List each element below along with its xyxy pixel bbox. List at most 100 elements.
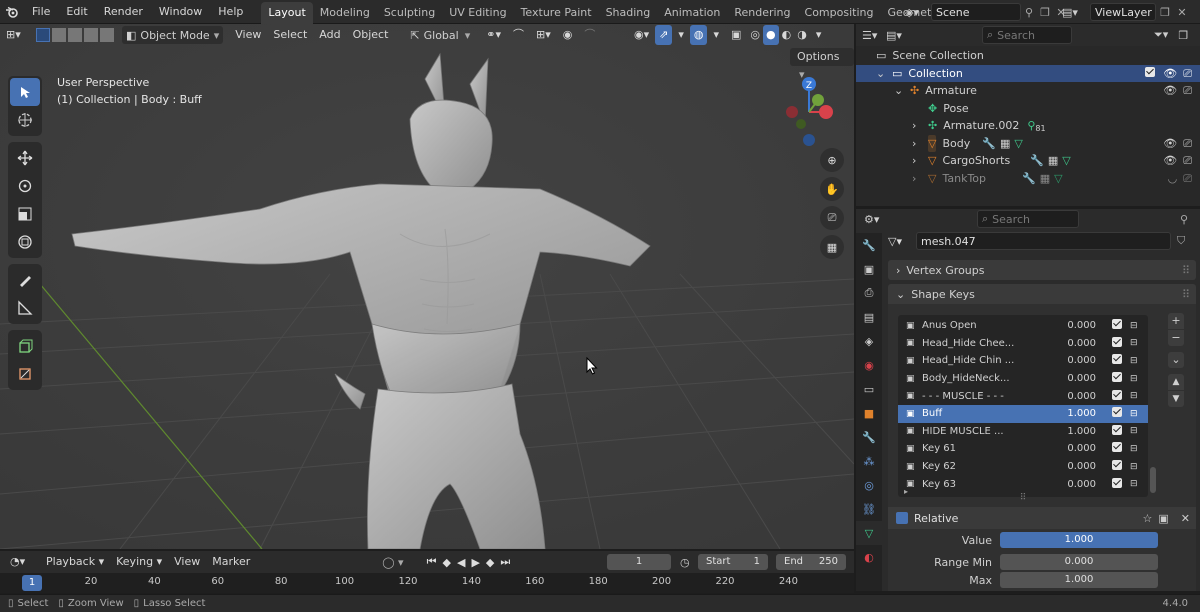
tab-layout[interactable]: Layout xyxy=(261,1,313,24)
select-mode-subtract-icon[interactable] xyxy=(68,28,82,42)
delete-view-layer-icon[interactable]: ✕ xyxy=(1174,6,1190,19)
select-mode-new-icon[interactable] xyxy=(36,28,50,42)
tab-uv-editing[interactable]: UV Editing xyxy=(442,2,513,24)
shading-rendered-icon[interactable]: ◑ xyxy=(794,25,810,45)
lock-icon[interactable]: ⊟ xyxy=(1130,409,1138,419)
select-box-tool-icon[interactable] xyxy=(10,78,40,106)
scene-selector[interactable]: ◈▾ Scene ⚲ ❐ ✕ xyxy=(905,3,1069,21)
tab-collection-icon[interactable]: ▭ xyxy=(856,377,882,401)
tab-modifiers-icon[interactable]: 🔧 xyxy=(856,425,882,449)
tab-output-icon[interactable]: ⎙ xyxy=(856,281,882,305)
shape-key-value[interactable]: 0.000 xyxy=(1040,320,1096,331)
shape-keys-panel-header[interactable]: ⌄ Shape Keys ⠿ xyxy=(888,284,1196,304)
shading-material-icon[interactable]: ◐ xyxy=(779,25,795,45)
visibility-icon[interactable]: ◉▾ xyxy=(628,25,655,45)
lock-icon[interactable]: ⊟ xyxy=(1130,426,1138,436)
overlay-dropdown-icon[interactable]: ▾ xyxy=(707,25,725,45)
max-field[interactable]: 1.000 xyxy=(1000,572,1158,588)
shape-key-row[interactable]: ▣ Key 62 0.000 ⊟ xyxy=(898,458,1148,476)
shape-key-value[interactable]: 0.000 xyxy=(1040,443,1096,454)
chevron-right-icon[interactable]: › xyxy=(912,117,928,135)
3d-viewport[interactable]: ⊞▾ ◧ Object Mode ▾ View Select Add Objec… xyxy=(0,24,854,549)
edit-mode-icon[interactable]: ▣ xyxy=(1158,512,1168,525)
gizmo-toggle-icon[interactable]: ⇗ xyxy=(655,25,673,45)
play-reverse-icon[interactable]: ◀ xyxy=(457,556,465,569)
specials-menu-button[interactable]: ⌄ xyxy=(1168,352,1184,368)
menu-render[interactable]: Render xyxy=(96,0,151,24)
tab-world-icon[interactable]: ◉ xyxy=(856,353,882,377)
proportional-edit-icon[interactable]: ◉ xyxy=(557,25,579,45)
shape-key-list[interactable]: ▣ Anus Open 0.000 ⊟ ▣ Head_Hide Chee... 0.000 ⊟… xyxy=(898,315,1148,503)
tree-row-collection[interactable]: ⌄ ▭ Collection 👁 ⎚ xyxy=(856,64,1200,83)
display-mode-icon[interactable]: ▤▾ xyxy=(886,29,916,42)
move-tool-icon[interactable] xyxy=(10,144,40,172)
tab-sculpting[interactable]: Sculpting xyxy=(377,2,442,24)
tab-object-icon[interactable]: ■ xyxy=(856,401,882,425)
add-cube-tool-icon[interactable] xyxy=(10,332,40,360)
chevron-down-icon[interactable]: ⌄ xyxy=(876,65,892,83)
snap-icon[interactable]: ⌒ xyxy=(507,25,530,45)
tree-row-armature-002[interactable]: › ✣ Armature.002 ⚲ 81 xyxy=(856,117,1200,135)
auto-keying-icon[interactable]: ◯ ▾ xyxy=(382,556,403,569)
shape-key-value[interactable]: 1.000 xyxy=(1040,408,1096,419)
view-layer-field[interactable]: ViewLayer xyxy=(1090,3,1156,21)
shape-key-value[interactable]: 0.000 xyxy=(1040,391,1096,402)
fake-user-shield-icon[interactable]: ⛉ xyxy=(1177,234,1185,248)
tree-row-cargoshorts[interactable]: › ▽ CargoShorts 🔧 ▦ ▽ 👁 ⎚ xyxy=(856,152,1200,170)
zoom-icon[interactable]: ⊕ xyxy=(820,148,844,172)
lock-icon[interactable]: ⊟ xyxy=(1130,391,1138,401)
tab-tool-icon[interactable]: 🔧 xyxy=(856,233,882,257)
tab-render-icon[interactable]: ▣ xyxy=(856,257,882,281)
lock-icon[interactable]: ⊟ xyxy=(1130,479,1138,489)
select-mode-difference-icon[interactable] xyxy=(84,28,98,42)
menu-marker[interactable]: Marker xyxy=(206,552,256,572)
new-scene-icon[interactable]: ❐ xyxy=(1037,6,1053,19)
select-mode-extend-icon[interactable] xyxy=(52,28,66,42)
shading-solid-icon[interactable]: ● xyxy=(763,25,779,45)
relative-checkbox[interactable] xyxy=(896,512,908,524)
menu-object[interactable]: Object xyxy=(347,25,395,45)
view-layer-selector[interactable]: ▤▾ ViewLayer ❐ ✕ xyxy=(1062,3,1190,21)
shape-key-mute-checkbox[interactable] xyxy=(1112,424,1122,438)
shape-key-value[interactable]: 0.000 xyxy=(1040,355,1096,366)
playhead[interactable]: 1 xyxy=(22,575,42,591)
overlay-toggle-icon[interactable]: ◍ xyxy=(689,25,708,45)
lock-icon[interactable]: ⊟ xyxy=(1130,356,1138,366)
shape-key-row[interactable]: ▣ Key 61 0.000 ⊟ xyxy=(898,440,1148,458)
tab-mesh-data-icon[interactable]: ▽ xyxy=(856,521,882,545)
tab-physics-icon[interactable]: ◎ xyxy=(856,473,882,497)
xray-icon[interactable]: ▣ xyxy=(725,25,747,45)
shape-key-row[interactable]: ▣ Body_HideNeck... 0.000 ⊟ xyxy=(898,370,1148,388)
object-mode-dropdown[interactable]: ◧ Object Mode ▾ xyxy=(122,26,224,44)
scale-tool-icon[interactable] xyxy=(10,200,40,228)
eye-icon[interactable]: 👁 xyxy=(1163,65,1177,83)
vertex-groups-panel-header[interactable]: › Vertex Groups ⠿ xyxy=(888,260,1196,280)
shape-key-value[interactable]: 0.000 xyxy=(1040,461,1096,472)
prev-keyframe-icon[interactable]: ◆ xyxy=(443,556,451,569)
snap-target-icon[interactable]: ⊞▾ xyxy=(530,25,557,45)
list-resize-handle-icon[interactable]: ⠿ xyxy=(898,493,1148,503)
shape-key-row[interactable]: ▣ Key 63 0.000 ⊟ xyxy=(898,475,1148,493)
outliner-search[interactable]: ⌕ Search xyxy=(982,26,1072,44)
perspective-grid-icon[interactable]: ▦ xyxy=(820,235,844,259)
tree-row-scene-collection[interactable]: ▭ Scene Collection xyxy=(856,47,1200,65)
shape-key-mute-checkbox[interactable] xyxy=(1112,460,1122,473)
drag-handle-icon[interactable]: ⠿ xyxy=(1182,288,1190,301)
mesh-name-field[interactable]: mesh.047 xyxy=(916,232,1171,250)
shape-key-mute-checkbox[interactable] xyxy=(1112,477,1122,491)
menu-edit[interactable]: Edit xyxy=(58,0,95,24)
pin-icon[interactable]: ⚲ xyxy=(1021,6,1037,19)
camera-render-icon[interactable]: ⎚ xyxy=(1183,82,1192,100)
shape-key-mute-checkbox[interactable] xyxy=(1112,389,1122,403)
falloff-icon[interactable]: ⌒ xyxy=(578,25,601,45)
tab-scene-icon[interactable]: ◈ xyxy=(856,329,882,353)
menu-file[interactable]: File xyxy=(24,0,58,24)
chevron-right-icon[interactable]: › xyxy=(912,135,928,153)
shape-key-row[interactable]: ▣ Buff 1.000 ⊟ xyxy=(898,404,1148,423)
value-slider[interactable]: 1.000 xyxy=(1000,532,1158,548)
shape-key-mute-checkbox[interactable] xyxy=(1112,372,1122,385)
range-min-field[interactable]: 0.000 xyxy=(1000,554,1158,570)
select-mode-intersect-icon[interactable] xyxy=(100,28,114,42)
lock-icon[interactable]: ⊟ xyxy=(1130,444,1138,454)
pin-shape-key-icon[interactable]: ☆ xyxy=(1143,512,1153,525)
